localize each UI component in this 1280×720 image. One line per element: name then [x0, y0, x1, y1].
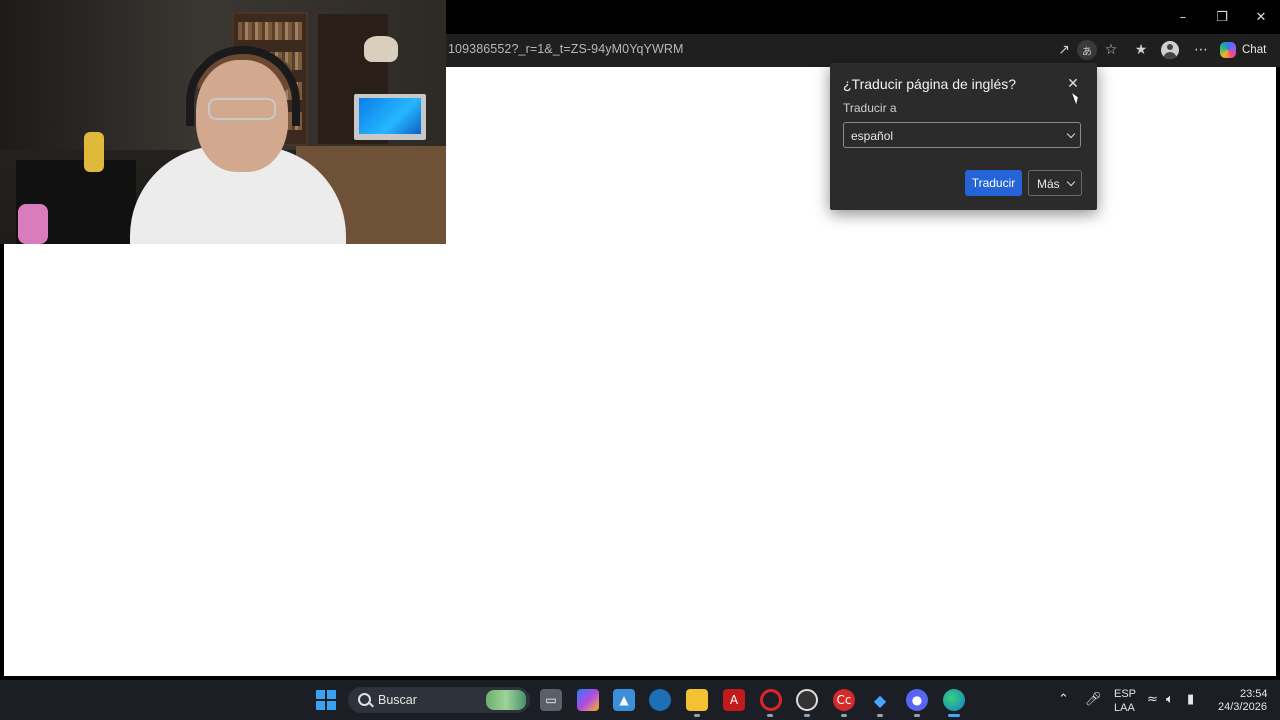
battery-icon[interactable]: ▮: [1187, 692, 1194, 707]
photos-icon[interactable]: ▲: [613, 689, 635, 711]
chevron-down-icon: [1066, 177, 1076, 187]
copilot-icon: [1220, 42, 1236, 58]
selected-language: español: [851, 129, 894, 143]
windows-start-icon[interactable]: [316, 690, 336, 710]
input-language[interactable]: ESP: [1114, 688, 1136, 700]
edge-icon[interactable]: [943, 689, 965, 711]
sourcetree-icon[interactable]: ◆: [869, 689, 891, 711]
search-icon: [358, 693, 371, 706]
clock-time[interactable]: 23:54: [1240, 688, 1268, 700]
translate-popup: ¿Traducir página de inglés? ✕ Traducir a…: [830, 63, 1097, 210]
translate-button[interactable]: Traducir: [965, 170, 1022, 196]
task-view-icon[interactable]: ▭: [540, 689, 562, 711]
obs-icon[interactable]: [796, 689, 818, 711]
close-window-icon[interactable]: ✕: [1244, 4, 1278, 30]
chat-label: Chat: [1242, 44, 1267, 56]
file-explorer-icon[interactable]: [686, 689, 708, 711]
webcam-overlay: [0, 0, 446, 244]
favorite-star-icon[interactable]: ☆: [1101, 40, 1121, 60]
background-monitor: [354, 94, 426, 140]
language-select[interactable]: español: [843, 122, 1081, 148]
chevron-down-icon: [1066, 129, 1076, 139]
copilot-chat-button[interactable]: Chat: [1220, 40, 1266, 60]
favorites-icon[interactable]: ★: [1131, 40, 1151, 60]
taskbar-search[interactable]: Buscar: [348, 687, 530, 713]
glasses: [208, 98, 276, 120]
popup-title: ¿Traducir página de inglés?: [843, 76, 1017, 92]
wifi-icon[interactable]: ≈: [1147, 692, 1158, 707]
restore-icon[interactable]: ❐: [1205, 4, 1239, 30]
copilot-app-icon[interactable]: [577, 689, 599, 711]
discord-icon[interactable]: ●: [906, 689, 928, 711]
open-in-app-icon[interactable]: ↗: [1054, 40, 1074, 60]
creative-cloud-icon[interactable]: Cc: [833, 689, 855, 711]
opera-icon[interactable]: [760, 689, 782, 711]
clock-date[interactable]: 24/3/2026: [1218, 701, 1267, 713]
input-layout[interactable]: LAA: [1114, 702, 1135, 714]
translate-icon[interactable]: あ: [1077, 40, 1097, 60]
volume-icon[interactable]: 🔈︎: [1166, 692, 1174, 707]
minimize-icon[interactable]: –: [1166, 4, 1200, 30]
acrobat-icon[interactable]: A: [723, 689, 745, 711]
search-placeholder: Buscar: [378, 693, 417, 707]
search-highlight-image: [486, 690, 526, 710]
edge-blue-icon[interactable]: [649, 689, 671, 711]
target-language-label: Traducir a: [843, 101, 897, 115]
profile-avatar[interactable]: [1161, 41, 1179, 59]
more-label: Más: [1037, 177, 1060, 191]
chevron-up-icon[interactable]: ⌃: [1058, 692, 1069, 707]
more-options-icon[interactable]: ⋯: [1191, 40, 1211, 60]
more-button[interactable]: Más: [1028, 170, 1082, 196]
address-bar-url[interactable]: 109386552?_r=1&_t=ZS-94yM0YqYWRM: [448, 42, 684, 56]
microphone-icon[interactable]: 🎤︎: [1085, 692, 1102, 707]
close-icon[interactable]: ✕: [1064, 75, 1082, 93]
